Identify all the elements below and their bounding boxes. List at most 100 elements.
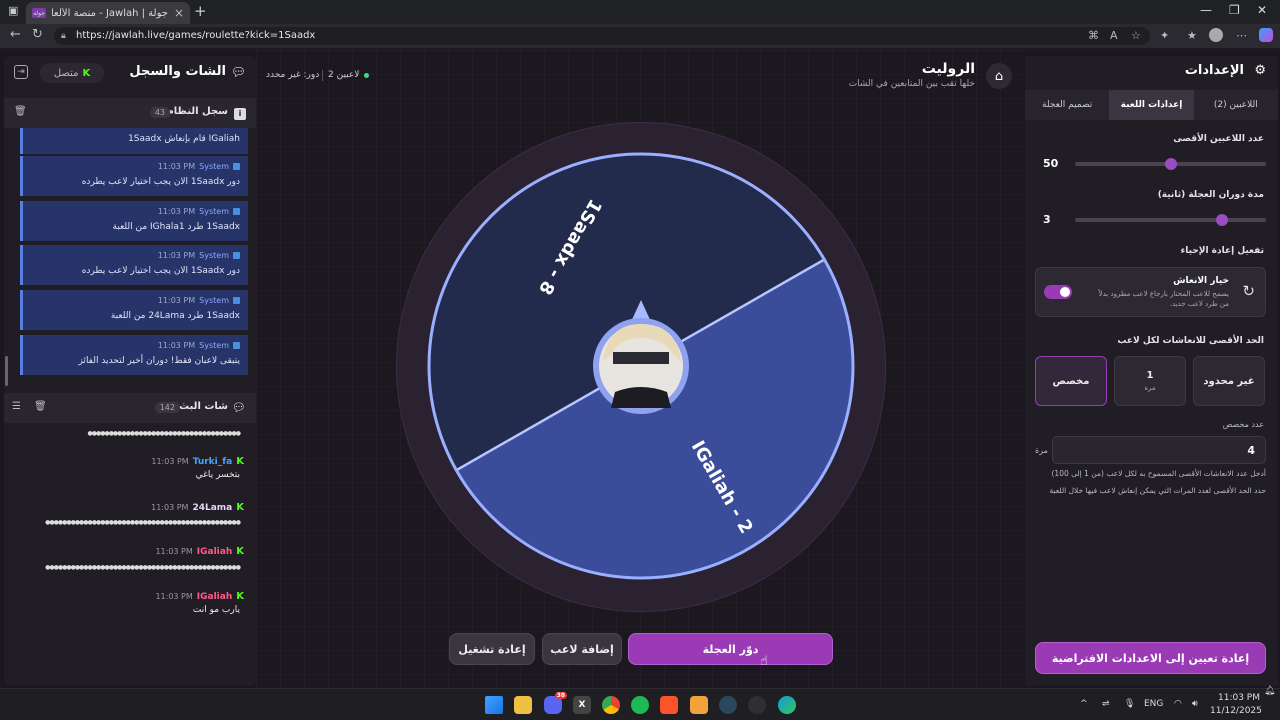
chat-username[interactable]: Turki_fa xyxy=(193,457,233,467)
close-window-icon[interactable]: ✕ xyxy=(1257,3,1267,17)
trash-icon[interactable]: 🗑︎ xyxy=(14,106,27,117)
edge-icon[interactable] xyxy=(778,696,796,714)
sidebar-toggle-icon[interactable]: ▣ xyxy=(8,4,18,17)
wifi-icon[interactable]: ◠ xyxy=(1174,699,1182,709)
clock-date[interactable]: 11/12/2025 xyxy=(1210,706,1262,716)
revive-option-title: خيار الانعاش xyxy=(1173,276,1229,286)
discord-icon[interactable]: 38 xyxy=(544,692,567,714)
obs-icon[interactable] xyxy=(748,696,766,714)
game-subtitle: خلها تقب بين المتابعين في الشات xyxy=(848,79,975,89)
spin-duration-slider[interactable] xyxy=(1075,214,1266,226)
chat-log-panel: 💬︎ الشات والسجل متصل K ⇥ i سجل النظام 43… xyxy=(4,56,256,686)
slider-knob[interactable] xyxy=(1216,214,1229,226)
hint-text-1: أدخل عدد الانعاشات الأقصى المسموح به لكل… xyxy=(1051,469,1266,478)
filter-icon[interactable]: ☰ xyxy=(12,401,21,412)
network-icon[interactable]: ⇌ xyxy=(1102,699,1110,709)
restart-button[interactable]: إعادة تشغيل xyxy=(449,633,535,665)
chat-username[interactable]: IGaliah xyxy=(197,547,232,557)
home-button[interactable]: ⌂ xyxy=(986,63,1012,89)
extensions-icon[interactable]: ✦ xyxy=(1160,29,1169,42)
chat-username[interactable]: 24Lama xyxy=(192,503,232,513)
add-player-button[interactable]: إضافة لاعب xyxy=(542,633,622,665)
spotify-icon[interactable] xyxy=(631,696,649,714)
spin-duration-value: 3 xyxy=(1043,213,1051,226)
excel-icon[interactable]: X xyxy=(573,696,591,714)
favorites-icon[interactable]: ★ xyxy=(1187,29,1197,42)
new-tab-icon[interactable]: + xyxy=(194,2,207,20)
message-time: 11:03 PM xyxy=(157,296,196,305)
stream-chat-count: 142 xyxy=(154,402,180,413)
option-custom[interactable]: مخصص xyxy=(1035,356,1107,406)
minimize-icon[interactable]: — xyxy=(1200,3,1212,17)
profile-avatar[interactable] xyxy=(1209,28,1223,42)
system-message-text: دور 1Saadx الان يجب اختيار لاعب يطرده xyxy=(81,266,240,276)
tab-game-settings[interactable]: إعدادات اللعبة xyxy=(1109,90,1194,120)
chat-username[interactable]: IGaliah xyxy=(197,592,232,602)
system-log-header: i سجل النظام 43 🗑︎ xyxy=(4,98,256,128)
kick-icon: K xyxy=(236,456,244,467)
browser-tab[interactable]: جولة جولة | Jawlah - منصة الألعاب التفاع… xyxy=(26,2,190,24)
translate-icon[interactable]: ⌘ xyxy=(1088,29,1099,42)
settings-tabs: تصميم العجلة إعدادات اللعبة اللاعبين (2) xyxy=(1025,90,1278,120)
revive-toggle[interactable] xyxy=(1044,285,1072,299)
app-icon[interactable] xyxy=(690,696,708,714)
online-status-badge: متصل K xyxy=(40,63,104,83)
maximize-icon[interactable]: ❐ xyxy=(1229,3,1240,17)
refresh-icon[interactable]: ↻ xyxy=(32,27,43,42)
message-sender: System xyxy=(199,162,229,171)
more-menu-icon[interactable]: ⋯ xyxy=(1236,29,1247,42)
spin-wheel-button[interactable]: دوّر العجلة xyxy=(628,633,833,665)
notifications-icon[interactable]: 🔔︎ xyxy=(1264,686,1275,696)
slider-knob[interactable] xyxy=(1164,158,1177,170)
settings-panel: ⚙ الإعدادات تصميم العجلة إعدادات اللعبة … xyxy=(1025,56,1278,686)
max-players-label: عدد اللاعبين الأقصى xyxy=(1173,134,1264,144)
emote-row: ●●●●●●●●●●●●●●●●●●●●●●●●●●●●●●●●●●●●●●●●… xyxy=(45,519,241,526)
steam-icon[interactable] xyxy=(719,696,737,714)
browser-tab-bar: ▣ جولة جولة | Jawlah - منصة الألعاب التف… xyxy=(0,0,1280,24)
chrome-icon[interactable] xyxy=(602,696,620,714)
url-field[interactable]: 🔒︎ https://jawlah.live/games/roulette?ki… xyxy=(54,27,1150,45)
turn-status: دور: غير محدد xyxy=(266,70,320,80)
shield-icon xyxy=(233,297,240,304)
max-revives-label: الحد الأقصى للانعاشات لكل لاعب xyxy=(1117,336,1264,346)
scrollbar-thumb[interactable] xyxy=(5,356,8,386)
custom-count-input[interactable]: 4 xyxy=(1052,436,1266,464)
collapse-panel-icon[interactable]: ⇥ xyxy=(14,65,28,79)
reset-defaults-button[interactable]: إعادة تعيين إلى الاعدادات الافتراضية xyxy=(1035,642,1266,674)
chevron-up-icon[interactable]: ^ xyxy=(1080,699,1088,709)
tab-wheel-design[interactable]: تصميم العجلة xyxy=(1025,90,1109,120)
tab-players[interactable]: اللاعبين (2) xyxy=(1194,90,1278,120)
copilot-icon[interactable] xyxy=(1259,28,1273,42)
home-icon: ⌂ xyxy=(994,68,1004,84)
system-message-text: دور 1Saadx الان يجب اختيار لاعب يطرده xyxy=(81,177,240,187)
close-tab-icon[interactable]: × xyxy=(174,6,184,20)
system-message-text: IGaliah قام بإنعاش 1Saadx xyxy=(128,134,240,144)
option-one[interactable]: 1 مرة xyxy=(1114,356,1186,406)
players-count: 2 لاعبين xyxy=(328,70,360,80)
clock-time[interactable]: 11:03 PM xyxy=(1218,693,1260,703)
back-icon[interactable]: ← xyxy=(10,27,21,42)
max-players-slider[interactable] xyxy=(1075,158,1266,170)
shield-icon xyxy=(233,342,240,349)
system-message: 11:03 PM System دور 1Saadx الان يجب اختيا… xyxy=(20,245,248,285)
option-unlimited[interactable]: غير محدود xyxy=(1193,356,1265,406)
mic-icon[interactable]: 🎙︎ xyxy=(1124,699,1135,709)
windows-start-icon[interactable] xyxy=(485,696,503,714)
language-indicator[interactable]: ENG xyxy=(1144,699,1163,709)
favorite-star-icon[interactable]: ☆ xyxy=(1131,29,1141,42)
gear-icon: ⚙ xyxy=(1254,63,1266,78)
read-aloud-icon[interactable]: A xyxy=(1110,29,1118,42)
brave-icon[interactable] xyxy=(660,696,678,714)
file-explorer-icon[interactable] xyxy=(514,696,532,714)
volume-icon[interactable]: 🔊︎ xyxy=(1192,699,1198,709)
spin-duration-label: مدة دوران العجلة (ثانية) xyxy=(1157,190,1264,200)
custom-count-label: عدد مخصص xyxy=(1222,420,1264,429)
kick-icon: K xyxy=(236,591,244,602)
trash-icon[interactable]: 🗑︎ xyxy=(34,401,47,412)
roulette-wheel[interactable]: 1Saadx - 8 IGaliah - 2 xyxy=(427,152,855,580)
hint-text-2: حدد الحد الأقصى لعدد المرات التي يمكن إن… xyxy=(1049,486,1266,495)
system-message-text: يتبقى لاعبان فقط! دوران أخير لتحديد الفا… xyxy=(78,356,240,366)
message-sender: System xyxy=(199,296,229,305)
system-message-text: 1Saadx طرد 24Lama من اللعبة xyxy=(110,311,240,321)
system-message: 11:03 PM System يتبقى لاعبان فقط! دوران أ… xyxy=(20,335,248,375)
